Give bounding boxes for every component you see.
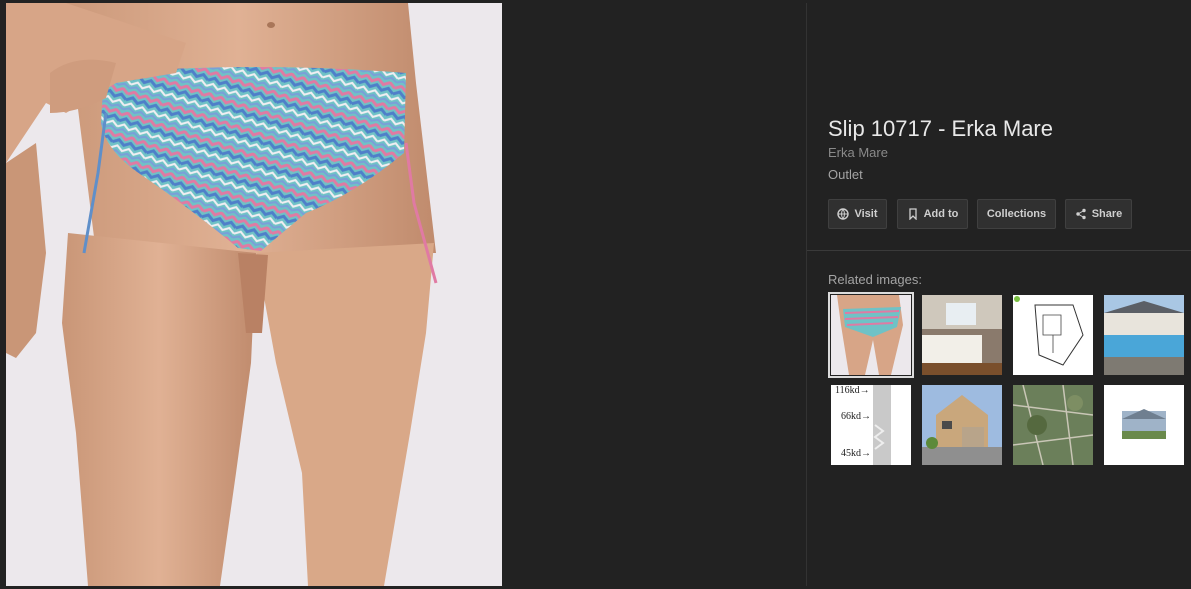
related-thumb-kitchen[interactable] <box>922 295 1002 375</box>
visit-label: Visit <box>854 208 878 220</box>
related-thumb-small-house[interactable] <box>1104 385 1184 465</box>
add-to-button[interactable]: Add to <box>897 199 968 229</box>
share-label: Share <box>1091 208 1123 220</box>
image-subtitle: Outlet <box>828 167 863 182</box>
related-images-label: Related images: <box>828 272 922 287</box>
bookmark-icon <box>907 208 919 220</box>
related-thumb-swimwear[interactable] <box>828 292 914 378</box>
gel-label-116kd: 116kd→ <box>835 385 870 396</box>
visit-button[interactable]: Visit <box>828 199 887 229</box>
related-thumb-floorplan[interactable] <box>1013 295 1093 375</box>
related-thumb-pool[interactable] <box>1104 295 1184 375</box>
share-button[interactable]: Share <box>1065 199 1132 229</box>
related-thumb-gel-chart[interactable]: 116kd→ 66kd→ 45kd→ <box>831 385 911 465</box>
gel-label-45kd: 45kd→ <box>841 448 871 459</box>
image-title: Slip 10717 - Erka Mare <box>828 116 1053 141</box>
source-link[interactable]: Erka Mare <box>828 145 888 160</box>
share-icon <box>1075 208 1087 220</box>
details-panel: Slip 10717 - Erka Mare Erka Mare Outlet … <box>807 0 1191 589</box>
add-to-label: Add to <box>923 208 959 220</box>
globe-icon <box>837 208 850 220</box>
collections-button[interactable]: Collections <box>977 199 1056 229</box>
gel-label-66kd: 66kd→ <box>841 411 871 422</box>
related-thumb-house[interactable] <box>922 385 1002 465</box>
image-viewer <box>0 0 806 589</box>
related-thumb-aerial-map[interactable] <box>1013 385 1093 465</box>
main-image[interactable] <box>6 3 502 586</box>
section-divider <box>807 250 1191 251</box>
collections-label: Collections <box>986 208 1047 220</box>
